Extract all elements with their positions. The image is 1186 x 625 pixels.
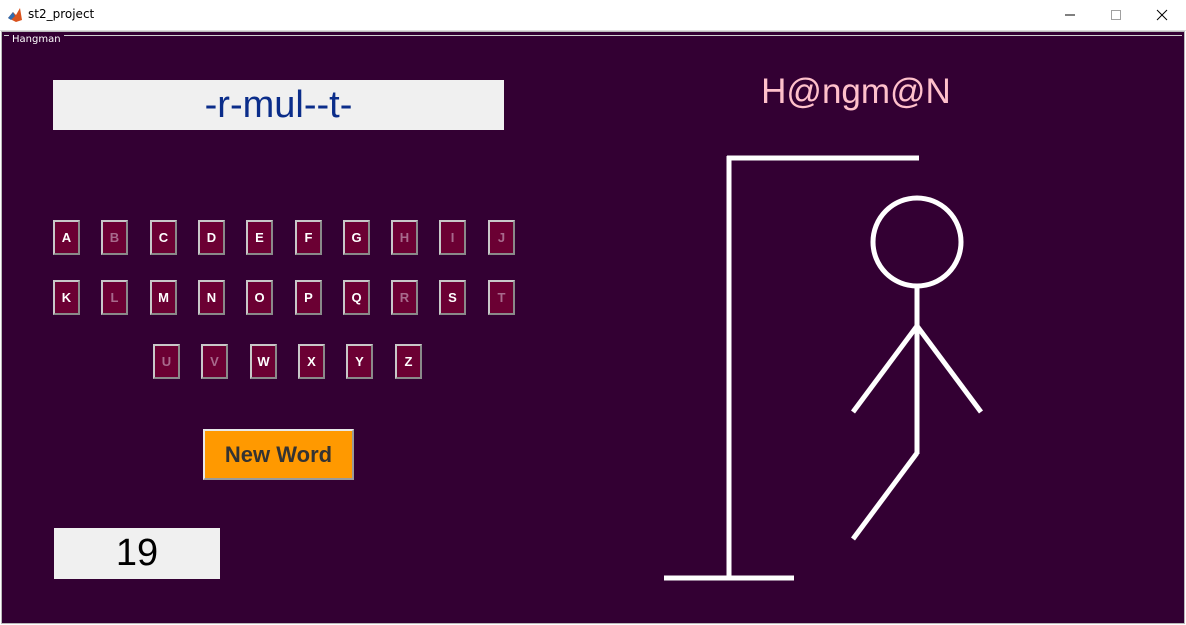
window-title: st2_project bbox=[28, 7, 95, 21]
close-icon bbox=[1156, 9, 1168, 21]
window-titlebar[interactable]: st2_project bbox=[0, 0, 1186, 31]
minimize-button[interactable] bbox=[1047, 0, 1093, 30]
hangman-head bbox=[870, 195, 964, 289]
matlab-icon bbox=[8, 8, 22, 22]
hangman-left-arm bbox=[850, 324, 920, 414]
figure-area: Hangman -r-mul--t- H@ngm@N ABCDEFGHIJKLM… bbox=[1, 31, 1185, 624]
hangman-drawing bbox=[664, 155, 984, 581]
hangman-right-arm bbox=[914, 324, 984, 414]
close-button[interactable] bbox=[1139, 0, 1185, 30]
minimize-icon bbox=[1065, 14, 1075, 16]
maximize-icon bbox=[1111, 10, 1121, 20]
hangman-left-leg bbox=[850, 451, 920, 541]
maximize-button[interactable] bbox=[1093, 0, 1139, 30]
